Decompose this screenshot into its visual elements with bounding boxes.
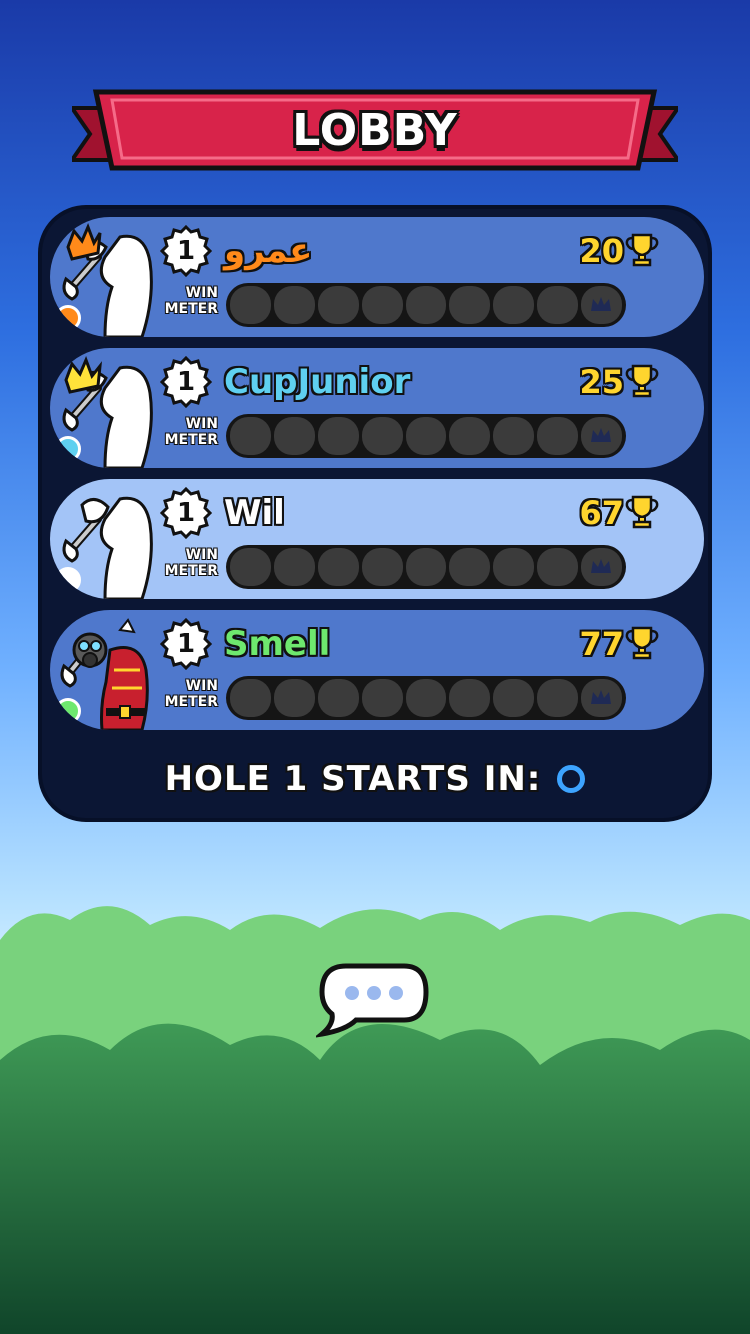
trophy-count: 20 [579, 232, 624, 270]
crown-icon [591, 297, 612, 311]
rank-number: 1 [176, 367, 196, 397]
win-meter-segment [230, 417, 271, 455]
win-meter-segment [537, 548, 579, 586]
win-meter-segment [449, 417, 491, 455]
win-meter-label: WIN METER [164, 285, 218, 317]
player-name: Wil [224, 493, 285, 533]
rank-number: 1 [176, 236, 196, 266]
win-meter-segment [317, 417, 359, 455]
trophy-count: 67 [579, 494, 624, 532]
player-row[interactable]: 1 Smell 77 WIN METER [50, 610, 704, 730]
crown-icon [591, 690, 612, 704]
win-meter-segment [493, 548, 535, 586]
win-meter-segment [449, 679, 491, 717]
countdown-ring-icon [557, 765, 586, 793]
win-meter-segment [317, 548, 359, 586]
player-row[interactable]: 1 CupJunior 25 WIN METER [50, 348, 704, 468]
win-meter-segment [493, 286, 535, 324]
trophy-icon [625, 495, 659, 529]
win-meter-segment [317, 679, 359, 717]
player-color-dot [55, 698, 81, 724]
win-meter-segment [581, 548, 623, 586]
trophy-count: 77 [579, 625, 624, 663]
win-meter-segment [230, 679, 271, 717]
trophy-icon [625, 626, 659, 660]
player-name: Smell [224, 624, 331, 664]
win-meter [226, 283, 626, 327]
win-meter-segment [581, 417, 623, 455]
hole-start-countdown: HOLE 1 STARTS IN: [42, 757, 708, 801]
crown-icon [591, 559, 612, 573]
win-meter-segment [493, 679, 535, 717]
crown-icon [591, 428, 612, 442]
win-meter-segment [273, 417, 315, 455]
player-name: CupJunior [224, 362, 411, 402]
win-meter-label: WIN METER [164, 678, 218, 710]
win-meter-segment [449, 286, 491, 324]
win-meter-segment [405, 679, 447, 717]
player-row[interactable]: 1 عمرو 20 WIN METER [50, 217, 704, 337]
win-meter-segment [405, 417, 447, 455]
win-meter-segment [273, 679, 315, 717]
win-meter-segment [317, 286, 359, 324]
win-meter-segment [361, 679, 403, 717]
win-meter-segment [405, 286, 447, 324]
chat-bubble-icon[interactable] [316, 960, 432, 1040]
win-meter-segment [537, 286, 579, 324]
player-color-dot [55, 567, 81, 593]
countdown-value [551, 765, 586, 793]
trophy-count: 25 [579, 363, 624, 401]
rank-number: 1 [176, 629, 196, 659]
win-meter-segment [273, 286, 315, 324]
player-color-dot [55, 305, 81, 331]
page-title: LOBBY [292, 104, 458, 156]
starts-in-label: HOLE 1 STARTS IN: [164, 759, 542, 799]
win-meter [226, 676, 626, 720]
trophy-icon [625, 364, 659, 398]
lobby-banner: LOBBY [72, 88, 678, 180]
player-color-dot [55, 436, 81, 462]
win-meter-segment [493, 417, 535, 455]
win-meter-segment [537, 417, 579, 455]
win-meter-label: WIN METER [164, 416, 218, 448]
win-meter-segment [230, 548, 271, 586]
win-meter-segment [361, 286, 403, 324]
win-meter [226, 414, 626, 458]
lobby-panel: 1 عمرو 20 WIN METER 1 CupJunior 25 WIN M… [38, 205, 712, 822]
win-meter-segment [581, 286, 623, 324]
win-meter-segment [449, 548, 491, 586]
background-bushes-near [0, 1023, 750, 1334]
player-name: عمرو [224, 231, 313, 271]
win-meter-segment [273, 548, 315, 586]
rank-number: 1 [176, 498, 196, 528]
trophy-icon [625, 233, 659, 267]
win-meter-segment [230, 286, 271, 324]
player-row-current[interactable]: 1 Wil 67 WIN METER [50, 479, 704, 599]
win-meter-segment [361, 548, 403, 586]
win-meter-segment [581, 679, 623, 717]
win-meter-segment [537, 679, 579, 717]
win-meter-label: WIN METER [164, 547, 218, 579]
win-meter-segment [405, 548, 447, 586]
win-meter [226, 545, 626, 589]
win-meter-segment [361, 417, 403, 455]
